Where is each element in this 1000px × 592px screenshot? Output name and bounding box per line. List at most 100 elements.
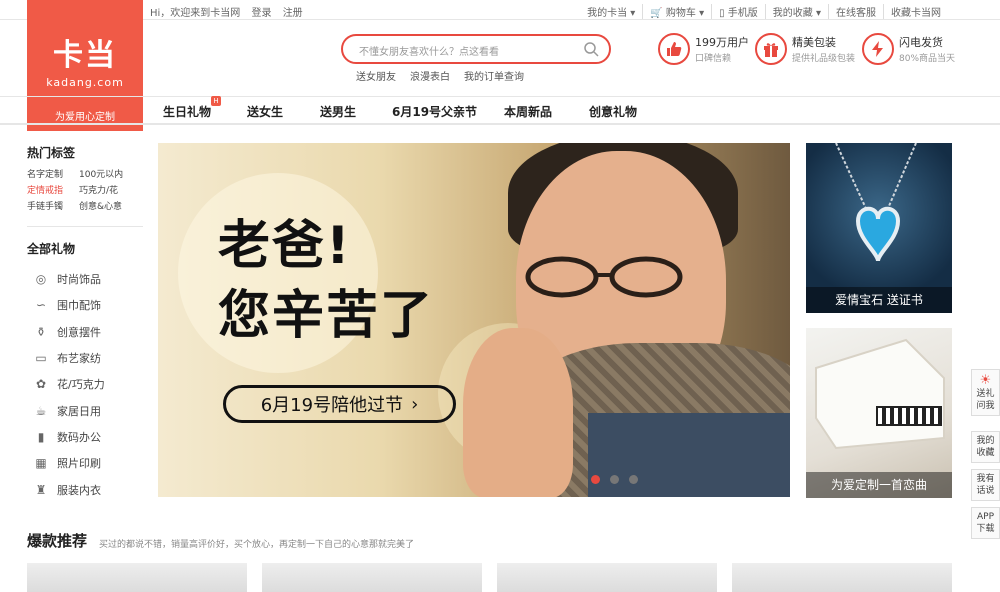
nav-for-her[interactable]: 送女生 [247,103,283,120]
category-label: 布艺家纺 [57,352,101,366]
category-label: 花/巧克力 [57,378,105,392]
service-packaging: 精美包装 提供礼品级包装 [755,33,855,65]
bulb-icon: ☀ [979,373,992,388]
product-card[interactable] [497,563,717,592]
category-item[interactable]: ∽ 围巾配饰 [33,292,105,318]
vase-icon: ⚱ [35,324,47,339]
category-item[interactable]: ▭ 布艺家纺 [33,345,105,371]
float-label: 送礼问我 [976,389,995,411]
piano-image [815,338,945,450]
logo-slogan: 为爱用心定制 [55,112,115,123]
mobile-link[interactable]: ▯ 手机版 [711,4,765,19]
nav-fathers-day[interactable]: 6月19号父亲节 [392,103,477,120]
welcome-text: Hi，欢迎来到卡当网 [150,8,241,19]
login-link[interactable]: 登录 [252,8,272,19]
float-gift-advisor[interactable]: ☀ 送礼问我 [971,369,1000,416]
promo-music-box[interactable]: 为爱定制一首恋曲 [806,328,952,498]
nav-creative-gifts[interactable]: 创意礼物 [589,103,637,120]
category-label: 时尚饰品 [57,273,101,287]
product-card[interactable] [732,563,952,592]
product-card[interactable] [262,563,482,592]
logo-domain: kadang.com [46,76,124,89]
category-label: 围巾配饰 [57,299,101,313]
chevron-right-icon: › [411,393,419,415]
hot-search-links: 送女朋友 浪漫表白 我的订单查询 [356,68,524,83]
banner-headline-2: 您辛苦了 [218,286,435,346]
category-item[interactable]: ♜ 服装内衣 [33,476,105,502]
carousel-dot-active[interactable] [591,475,600,484]
float-app-download[interactable]: APP下载 [971,507,1000,539]
search-input[interactable]: 不懂女朋友喜欢什么？点这看看 [359,43,499,58]
calendar-icon: ▦ [35,456,47,471]
hero-banner[interactable]: 老爸! 您辛苦了 6月19号陪他过节 › [158,143,790,497]
tag-link[interactable]: 巧克力/花 [79,183,131,199]
nav-top-divider [0,96,1000,97]
thumbs-up-icon [658,33,690,65]
section-title: 爆款推荐 [27,532,88,550]
category-label: 数码办公 [57,430,101,444]
hot-search-link[interactable]: 送女朋友 [356,68,396,83]
nav-for-him[interactable]: 送男生 [320,103,356,120]
service-subtitle: 口碑信赖 [695,54,732,64]
section-subtitle: 买过的都说不错，销量高评价好，买个放心，再定制一下自己的心意那就完美了 [99,540,415,550]
carousel-dot[interactable] [610,475,619,484]
carousel-dot[interactable] [629,475,638,484]
pillow-icon: ▭ [35,351,47,366]
category-item[interactable]: ▮ 数码办公 [33,424,105,450]
product-card[interactable] [27,563,247,592]
float-label: APP下载 [976,512,995,534]
customer-service-link[interactable]: 在线客服 [828,4,883,19]
service-users: 199万用户 口碑信赖 [658,33,749,65]
tag-link[interactable]: 创意&心意 [79,199,131,215]
nav-new-arrivals[interactable]: 本周新品 [504,103,552,120]
category-label: 家居日用 [57,404,101,418]
float-favorites[interactable]: 我的收藏 [971,431,1000,463]
service-title: 199万用户 [695,36,749,49]
logo-mark: 卡当 [53,38,117,73]
nav-birthday[interactable]: 生日礼物 [163,103,211,120]
banner-cta-button[interactable]: 6月19号陪他过节 › [223,385,456,423]
category-list: ◎ 时尚饰品 ∽ 围巾配饰 ⚱ 创意摆件 ▭ 布艺家纺 ✿ 花/巧克力 ☕ 家居日用 ▮ 数码… [33,266,105,503]
hot-search-link[interactable]: 我的订单查询 [464,68,524,83]
tag-link[interactable]: 手链手镯 [27,199,79,215]
service-title: 闪电发货 [899,36,943,49]
tag-link[interactable]: 100元以内 [79,167,131,183]
flower-icon: ✿ [35,377,47,392]
carousel-dots [591,475,638,484]
category-label: 创意摆件 [57,325,101,339]
category-item[interactable]: ☕ 家居日用 [33,397,105,423]
top-bar: Hi，欢迎来到卡当网 登录 注册 我的卡当 ▾ 🛒 购物车 ▾ ▯ 手机版 我的… [0,0,1000,20]
tag-link[interactable]: 名字定制 [27,167,79,183]
banner-cta-label: 6月19号陪他过节 [260,395,404,416]
category-item[interactable]: ▦ 照片印刷 [33,450,105,476]
register-link[interactable]: 注册 [283,8,303,19]
hot-search-link[interactable]: 浪漫表白 [410,68,450,83]
service-subtitle: 提供礼品级包装 [792,54,856,64]
favorites-menu[interactable]: 我的收藏 ▾ [764,4,828,19]
search-icon[interactable] [583,41,599,57]
banner-photo-hands [463,328,573,497]
hot-tags: 名字定制 100元以内 定情戒指 巧克力/花 手链手镯 创意&心意 [27,167,131,215]
banner-headline-1: 老爸! [218,216,352,276]
category-item[interactable]: ✿ 花/巧克力 [33,371,105,397]
promo-gemstone[interactable]: 爱情宝石 送证书 [806,143,952,313]
float-feedback[interactable]: 我有话说 [971,469,1000,501]
tag-link[interactable]: 定情戒指 [27,183,79,199]
category-item[interactable]: ◎ 时尚饰品 [33,266,105,292]
cart-link[interactable]: 🛒 购物车 ▾ [642,4,711,19]
site-logo[interactable]: 卡当 kadang.com 为爱用心定制 [27,0,143,131]
promo-caption: 爱情宝石 送证书 [806,287,952,313]
necklace-image [835,143,917,262]
search-box[interactable]: 不懂女朋友喜欢什么？点这看看 [341,34,611,64]
service-shipping: 闪电发货 80%商品当天 [862,33,955,65]
category-label: 服装内衣 [57,483,101,497]
bookmark-site-link[interactable]: 收藏卡当网 [883,4,948,19]
category-item[interactable]: ⚱ 创意摆件 [33,319,105,345]
usb-icon: ▮ [37,429,45,444]
ring-icon: ◎ [35,272,47,287]
banner-photo-coat [588,413,790,497]
my-kadang-menu[interactable]: 我的卡当 ▾ [580,4,642,19]
nav-bottom-divider [0,123,1000,125]
service-title: 精美包装 [792,36,836,49]
lightning-icon [862,33,894,65]
